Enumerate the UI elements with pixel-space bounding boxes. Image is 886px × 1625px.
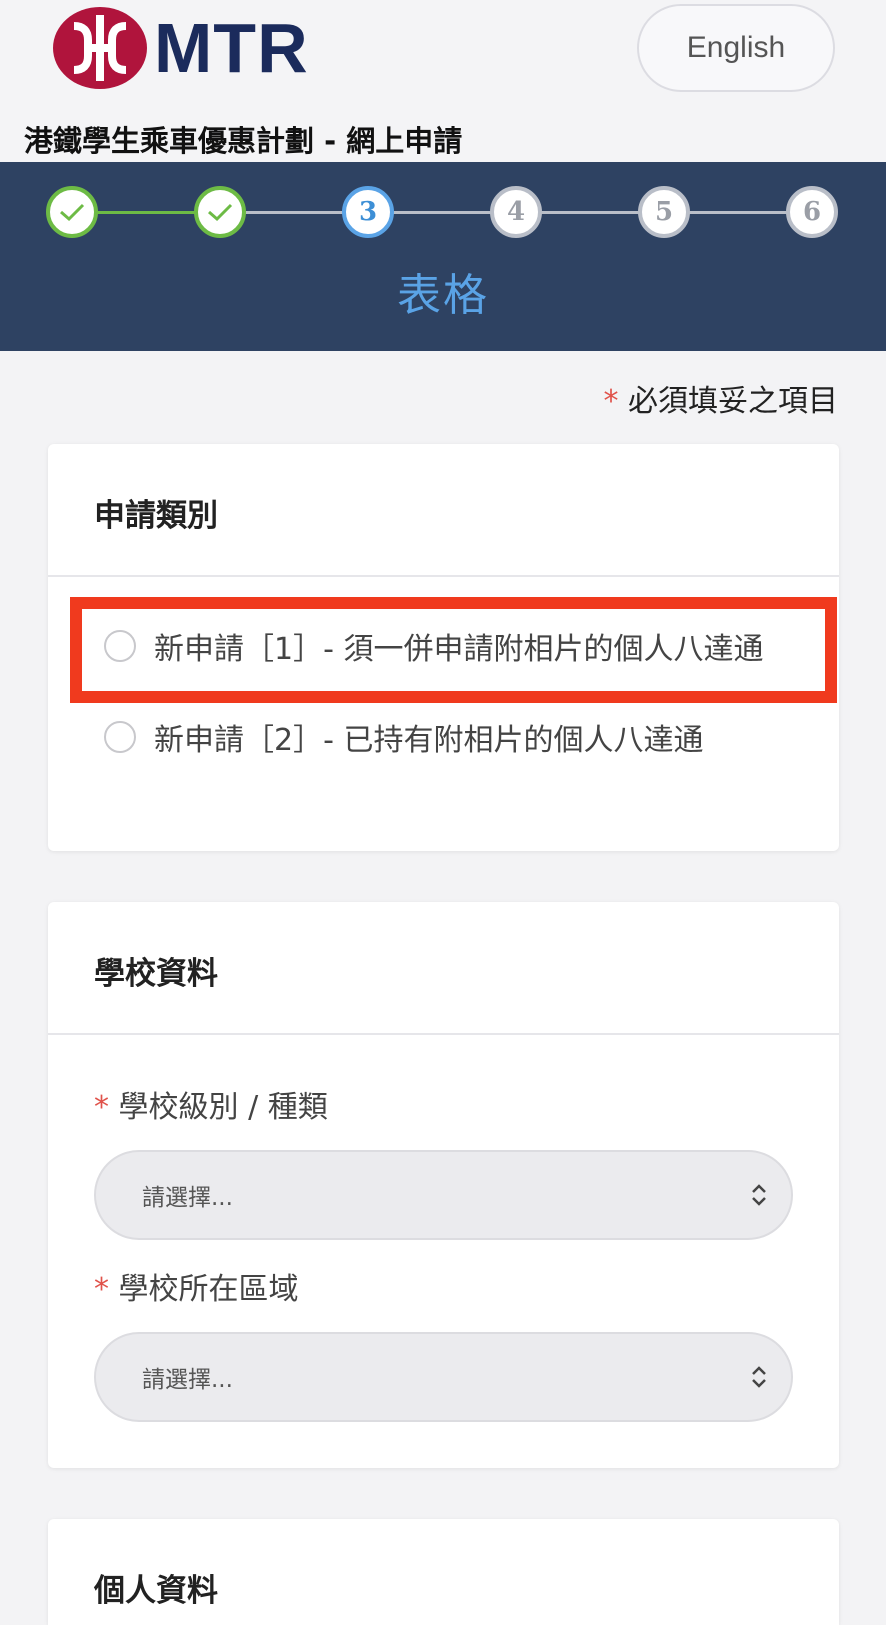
highlight-annotation xyxy=(70,597,837,703)
chevron-up-down-icon xyxy=(752,1366,766,1388)
required-note-text: 必須填妥之項目 xyxy=(628,384,838,419)
card-title: 個人資料 xyxy=(94,1573,218,1609)
checkmark-icon xyxy=(208,203,233,222)
card-title: 學校資料 xyxy=(94,956,218,992)
current-step-title: 表格 xyxy=(397,270,489,321)
school-district-select[interactable]: 請選擇... xyxy=(94,1332,793,1422)
field-label-text: 學校級別 / 種類 xyxy=(118,1090,328,1125)
radio-label[interactable]: 新申請［2］- 已持有附相片的個人八達通 xyxy=(154,715,703,759)
chevron-up-down-icon xyxy=(752,1184,766,1206)
language-toggle-button[interactable]: English xyxy=(637,4,835,92)
field-label-text: 學校所在區域 xyxy=(118,1272,299,1307)
mtr-logo[interactable]: MTR xyxy=(52,6,309,90)
card-title: 申請類別 xyxy=(94,498,218,534)
required-star: * xyxy=(94,1090,109,1125)
step-4: 4 xyxy=(490,186,542,238)
select-value: 請選擇... xyxy=(142,1367,233,1393)
step-1-complete xyxy=(46,186,98,238)
step-2-complete xyxy=(194,186,246,238)
required-star: * xyxy=(603,384,619,419)
progress-stepper: 3 4 5 6 表格 xyxy=(0,162,886,351)
school-info-card: 學校資料 * 學校級別 / 種類 請選擇... * 學校所在區域 請選擇... xyxy=(48,902,839,1468)
mtr-logo-icon xyxy=(53,7,147,89)
required-star: * xyxy=(94,1272,109,1307)
personal-info-card: 個人資料 xyxy=(48,1519,839,1625)
card-divider xyxy=(48,575,839,577)
radio-option-new-application-2[interactable]: 新申請［2］- 已持有附相片的個人八達通 xyxy=(104,715,703,759)
select-value: 請選擇... xyxy=(142,1185,233,1211)
checkmark-icon xyxy=(60,203,85,222)
field-label-school-district: * 學校所在區域 xyxy=(94,1264,299,1308)
radio-button[interactable] xyxy=(104,721,136,753)
page-title: 港鐵學生乘車優惠計劃 - 網上申請 xyxy=(24,124,463,158)
school-level-select[interactable]: 請選擇... xyxy=(94,1150,793,1240)
step-3-current: 3 xyxy=(342,186,394,238)
required-fields-note: * 必須填妥之項目 xyxy=(603,376,838,420)
logo-text: MTR xyxy=(154,9,309,87)
field-label-school-level: * 學校級別 / 種類 xyxy=(94,1082,328,1126)
step-6: 6 xyxy=(786,186,838,238)
page-header: MTR English 港鐵學生乘車優惠計劃 - 網上申請 xyxy=(0,0,886,162)
step-5: 5 xyxy=(638,186,690,238)
card-divider xyxy=(48,1033,839,1035)
